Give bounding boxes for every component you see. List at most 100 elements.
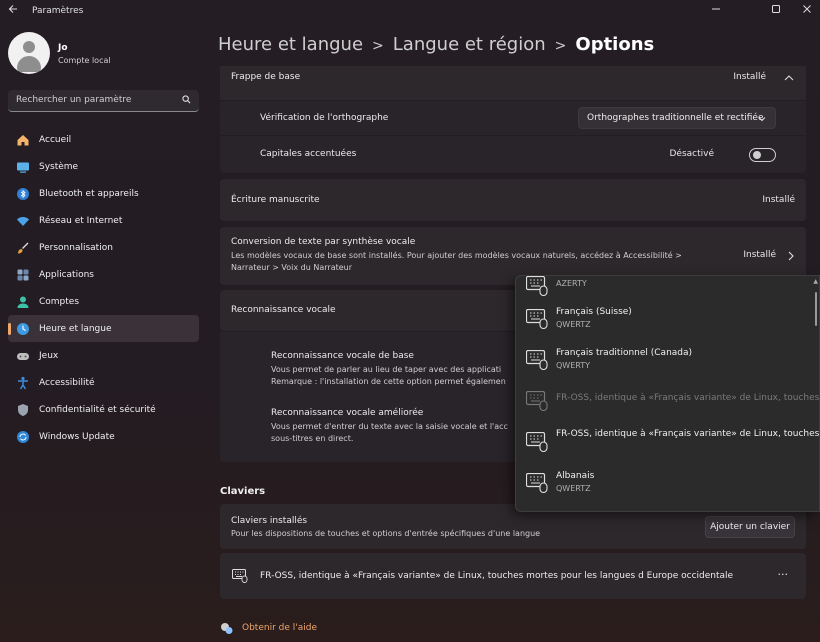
apps-icon [16, 268, 30, 282]
active-indicator [8, 323, 11, 335]
sidebar-item-label: Réseau et Internet [39, 215, 123, 226]
flyout-item-albanais[interactable]: Albanais QWERTZ [516, 467, 816, 507]
spellcheck-value: Orthographes traditionnelle et rectifiée [587, 113, 764, 123]
sidebar-item-reseau[interactable]: Réseau et Internet [8, 207, 199, 234]
sidebar-item-label: Bluetooth et appareils [39, 188, 139, 199]
toggle-knob [753, 151, 761, 159]
system-icon [16, 160, 30, 174]
more-options-button[interactable]: ··· [778, 568, 789, 581]
sidebar-item-confidentialite[interactable]: Confidentialité et sécurité [8, 396, 199, 423]
installed-keyboards-desc: Pour les dispositions de touches et opti… [231, 529, 541, 538]
breadcrumb: Heure et langue > Langue et région > Options [218, 34, 654, 55]
capitals-row: Capitales accentuées Désactivé [220, 136, 806, 173]
speech-enhanced-title: Reconnaissance vocale améliorée [271, 408, 424, 418]
chevron-right-icon: > [554, 38, 567, 54]
search-input[interactable]: Rechercher un paramètre [8, 90, 199, 112]
back-arrow-icon[interactable] [8, 4, 22, 18]
sidebar-item-comptes[interactable]: Comptes [8, 288, 199, 315]
flyout-item-fr-oss[interactable]: FR-OSS, identique à «Français variante» … [516, 426, 819, 466]
capitals-state: Désactivé [669, 149, 714, 159]
keyboard-icon [526, 350, 548, 370]
help-icon [221, 623, 233, 634]
spellcheck-label: Vérification de l'orthographe [260, 113, 389, 123]
flyout-item-name: Albanais [556, 471, 595, 481]
handwriting-card: Écriture manuscrite Installé [220, 179, 806, 221]
sidebar-item-label: Windows Update [39, 431, 115, 442]
close-button[interactable] [787, 0, 820, 18]
update-icon [16, 430, 30, 444]
sidebar-item-applications[interactable]: Applications [8, 261, 199, 288]
basic-typing-header[interactable]: Frappe de base Installé [220, 66, 806, 100]
chevron-right-icon: > [372, 38, 384, 54]
sidebar-item-accueil[interactable]: Accueil [8, 126, 199, 153]
keyboard-icon [526, 276, 548, 296]
basic-typing-status: Installé [733, 72, 766, 82]
sidebar-item-label: Comptes [39, 296, 80, 307]
sidebar-item-personnalisation[interactable]: Personnalisation [8, 234, 199, 261]
flyout-scrollbar[interactable] [815, 292, 817, 326]
chevron-right-icon [788, 251, 794, 261]
handwriting-status: Installé [762, 195, 795, 205]
flyout-item-fr-oss-disabled: FR-OSS, identique à «Français variante» … [516, 385, 819, 425]
sidebar-item-windows-update[interactable]: Windows Update [8, 423, 199, 450]
flyout-item-francais-suisse[interactable]: Français (Suisse) QWERTZ [516, 303, 816, 343]
keyboard-layout-name: FR-OSS, identique à «Français variante» … [260, 571, 734, 581]
keyboard-icon [526, 391, 548, 411]
shield-icon [16, 403, 30, 417]
avatar [8, 32, 50, 74]
speech-basic-line2: Remarque : l'installation de cette optio… [271, 377, 506, 386]
sidebar-item-jeux[interactable]: Jeux [8, 342, 199, 369]
sidebar-item-label: Heure et langue [39, 323, 112, 334]
gamepad-icon [16, 349, 30, 363]
sidebar-item-label: Accueil [39, 134, 72, 145]
breadcrumb-level1[interactable]: Heure et langue [218, 34, 363, 55]
page-title: Options [575, 34, 655, 55]
sidebar-item-systeme[interactable]: Système [8, 153, 199, 180]
sidebar-item-bluetooth[interactable]: Bluetooth et appareils [8, 180, 199, 207]
search-icon [182, 95, 191, 104]
tts-title: Conversion de texte par synthèse vocale [231, 237, 416, 247]
sidebar-item-heure-langue[interactable]: Heure et langue [8, 315, 199, 342]
flyout-item-name: Français traditionnel (Canada) [556, 348, 693, 358]
flyout-item-layout: QWERTZ [556, 484, 591, 493]
keyboards-section-title: Claviers [220, 486, 266, 497]
installed-keyboards-title: Claviers installés [231, 516, 308, 526]
speech-basic-line1: Vous permet de parler au lieu de taper a… [271, 365, 502, 374]
speech-enhanced-line2: sous-titres en direct. [271, 434, 354, 443]
user-name: Jo [58, 43, 68, 53]
sidebar-item-accessibilite[interactable]: Accessibilité [8, 369, 199, 396]
breadcrumb-level2[interactable]: Langue et région [393, 34, 546, 55]
keyboard-icon [526, 473, 548, 493]
flyout-item-layout: QWERTY [556, 361, 591, 370]
tts-status: Installé [743, 250, 776, 260]
capitals-toggle[interactable] [749, 148, 776, 162]
flyout-item-name: FR-OSS, identique à «Français variante» … [556, 429, 820, 439]
sidebar-item-label: Accessibilité [39, 377, 95, 388]
basic-typing-title: Frappe de base [231, 72, 301, 82]
title-bar: Paramètres [0, 0, 820, 24]
time-language-icon [16, 322, 30, 336]
sidebar-nav: Accueil Système Bluetooth et appareils R… [8, 126, 199, 450]
home-icon [16, 133, 30, 147]
flyout-item-layout: AZERTY [556, 279, 587, 288]
window-title: Paramètres [32, 6, 84, 16]
sidebar-item-label: Jeux [39, 350, 59, 361]
flyout-item-name: Français (Suisse) [556, 307, 632, 317]
sidebar-item-label: Personnalisation [39, 242, 113, 253]
flyout-item-francais-traditionnel-canada[interactable]: Français traditionnel (Canada) QWERTY [516, 344, 816, 384]
keyboard-icon [526, 432, 548, 452]
speech-basic-title: Reconnaissance vocale de base [271, 351, 414, 361]
tts-desc-line2: Narrateur > Voix du Narrateur [231, 263, 353, 272]
minimize-button[interactable] [696, 0, 736, 18]
flyout-item-name: FR-OSS, identique à «Français variante» … [556, 393, 820, 403]
account-type: Compte local [58, 56, 111, 65]
chevron-up-icon [784, 75, 794, 81]
scroll-up-arrow-icon[interactable]: ▲ [813, 278, 818, 285]
sidebar-item-label: Applications [39, 269, 94, 280]
tts-desc-line1: Les modèles vocaux de base sont installé… [231, 251, 682, 260]
help-label: Obtenir de l'aide [242, 623, 317, 633]
add-keyboard-button[interactable]: Ajouter un clavier [705, 516, 795, 538]
bluetooth-icon [16, 187, 30, 201]
spellcheck-dropdown[interactable]: Orthographes traditionnelle et rectifiée [578, 107, 776, 129]
keyboard-icon [232, 569, 248, 583]
